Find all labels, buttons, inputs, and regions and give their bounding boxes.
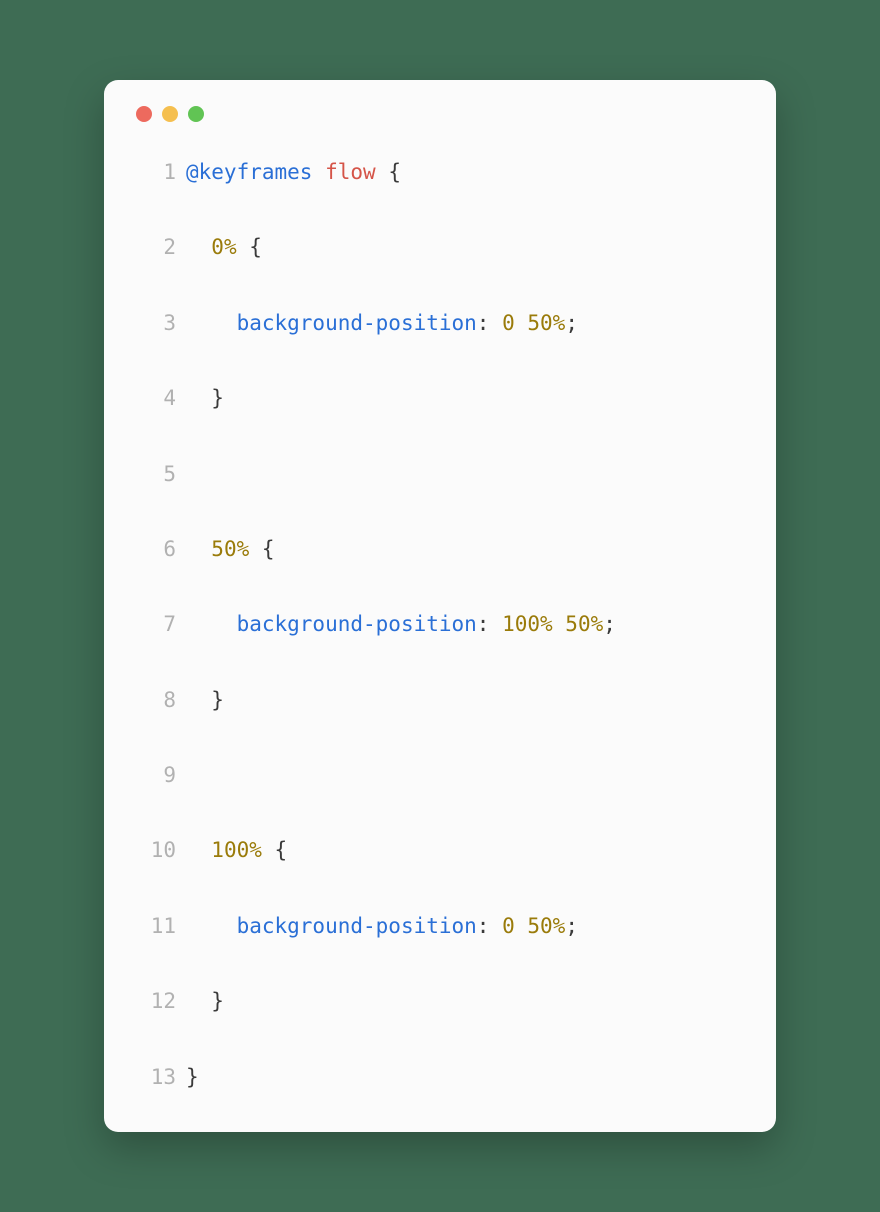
token [186,914,237,938]
token: ; [565,914,578,938]
code-line: 4 } [134,384,746,413]
code-line: 11 background-position: 0 50%; [134,912,746,941]
code-line: 12 } [134,987,746,1016]
close-icon[interactable] [136,106,152,122]
token [186,311,237,335]
token: { [376,160,401,184]
code-line: 7 background-position: 100% 50%; [134,610,746,639]
token: : [477,612,502,636]
line-number: 8 [134,686,176,715]
code-line: 2 0% { [134,233,746,262]
token: { [262,838,287,862]
line-number: 10 [134,836,176,865]
token: { [249,537,274,561]
token: background-position [237,612,477,636]
token: 0 50% [502,914,565,938]
line-number: 6 [134,535,176,564]
token: flow [325,160,376,184]
line-content: 0% { [186,233,262,262]
token: 100% [211,838,262,862]
code-line: 5 [134,460,746,489]
line-content: } [186,987,224,1016]
code-block: 1@keyframes flow {2 0% {3 background-pos… [134,158,746,1092]
line-number: 1 [134,158,176,187]
token: @keyframes [186,160,312,184]
token [186,537,211,561]
line-content: } [186,686,224,715]
code-window: 1@keyframes flow {2 0% {3 background-pos… [104,80,776,1132]
token: ; [603,612,616,636]
line-number: 2 [134,233,176,262]
line-content: background-position: 0 50%; [186,912,578,941]
line-content: background-position: 100% 50%; [186,610,616,639]
line-content: } [186,384,224,413]
minimize-icon[interactable] [162,106,178,122]
line-content: 50% { [186,535,275,564]
token: 50% [211,537,249,561]
line-content: } [186,1063,199,1092]
token [186,235,211,259]
token: } [186,688,224,712]
token: 0 50% [502,311,565,335]
line-content: @keyframes flow { [186,158,401,187]
maximize-icon[interactable] [188,106,204,122]
token: : [477,311,502,335]
token: } [186,989,224,1013]
token [312,160,325,184]
code-line: 6 50% { [134,535,746,564]
token: } [186,1065,199,1089]
line-number: 5 [134,460,176,489]
token: ; [565,311,578,335]
line-number: 7 [134,610,176,639]
code-line: 1 @keyframes flow { [134,158,746,187]
code-line: 8 } [134,686,746,715]
code-line: 3 background-position: 0 50%; [134,309,746,338]
traffic-lights [136,106,746,122]
token [186,612,237,636]
line-number: 13 [134,1063,176,1092]
line-number: 4 [134,384,176,413]
token [186,838,211,862]
token: background-position [237,914,477,938]
line-number: 3 [134,309,176,338]
token: } [186,386,224,410]
code-line: 10 100% { [134,836,746,865]
line-number: 11 [134,912,176,941]
token: : [477,914,502,938]
line-content: 100% { [186,836,287,865]
line-content: background-position: 0 50%; [186,309,578,338]
token: { [237,235,262,259]
line-number: 12 [134,987,176,1016]
token: background-position [237,311,477,335]
code-line: 9 [134,761,746,790]
code-line: 13} [134,1063,746,1092]
token: 0% [211,235,236,259]
line-number: 9 [134,761,176,790]
token: 100% 50% [502,612,603,636]
